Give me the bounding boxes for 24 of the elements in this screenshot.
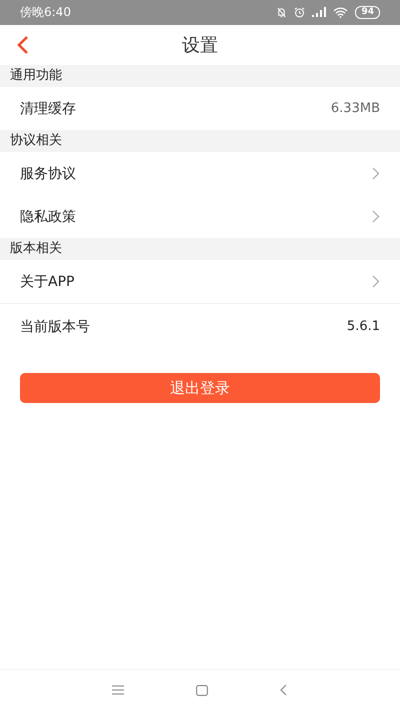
section-header: 协议相关 bbox=[0, 130, 400, 152]
chevron-right-icon[interactable] bbox=[372, 210, 380, 223]
alarm-icon bbox=[294, 7, 306, 18]
row-label[interactable]: 当前版本号 bbox=[20, 318, 90, 336]
row-label[interactable]: 隐私政策 bbox=[20, 208, 76, 226]
chevron-right-icon[interactable] bbox=[372, 167, 380, 180]
row-label[interactable]: 清理缓存 bbox=[20, 100, 76, 118]
chevron-right-icon[interactable] bbox=[372, 275, 380, 288]
section-header: 版本相关 bbox=[0, 238, 400, 260]
row-value: 5.6.1 bbox=[346, 319, 380, 334]
status-time: 傍晚6:40 bbox=[20, 4, 71, 21]
bell-off-icon bbox=[276, 7, 288, 18]
wifi-icon bbox=[333, 7, 348, 18]
back-nav-icon[interactable] bbox=[280, 684, 288, 696]
page-title: 设置 bbox=[182, 34, 218, 57]
section-header: 通用功能 bbox=[0, 65, 400, 87]
battery-indicator: 94 bbox=[355, 6, 380, 19]
row-label[interactable]: 服务协议 bbox=[20, 164, 76, 182]
home-icon[interactable] bbox=[196, 684, 208, 696]
row-value: 6.33MB bbox=[330, 101, 380, 116]
back-icon[interactable] bbox=[16, 35, 30, 55]
row-label[interactable]: 关于APP bbox=[20, 272, 74, 290]
signal-icon bbox=[312, 7, 326, 18]
menu-icon[interactable] bbox=[112, 685, 124, 695]
